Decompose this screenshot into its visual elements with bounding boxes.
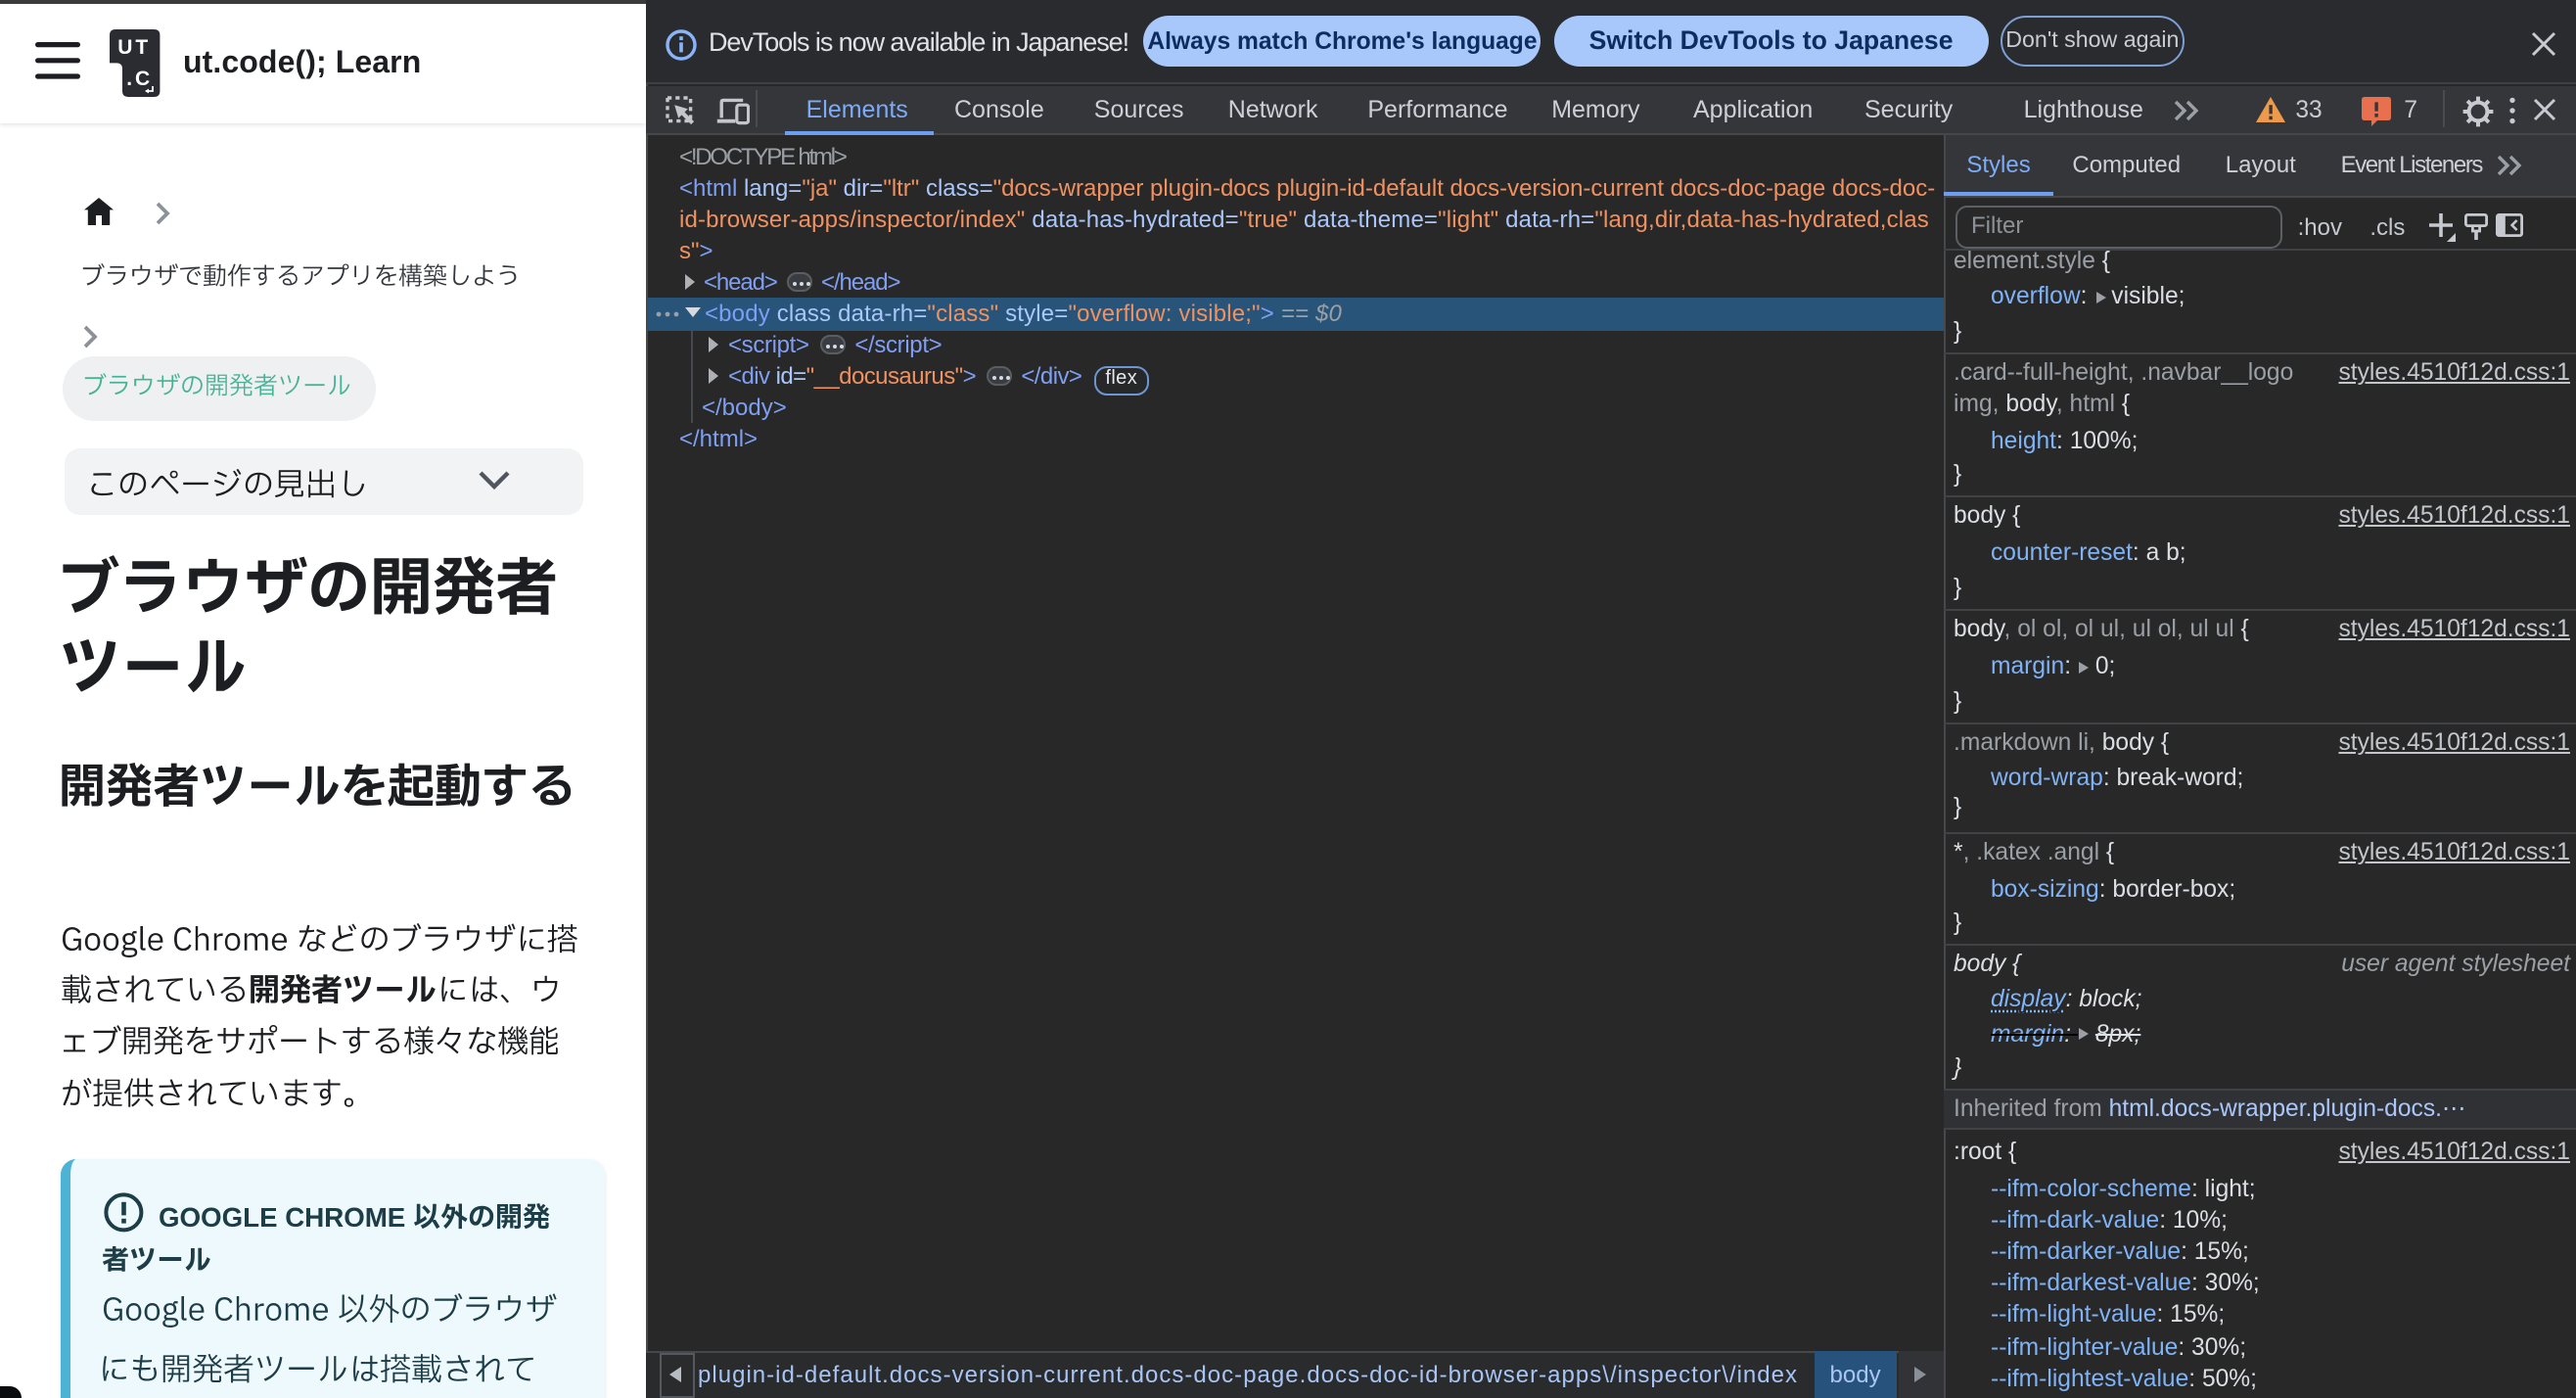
svg-text:.C: .C	[127, 68, 154, 90]
svg-text:UT: UT	[118, 36, 152, 59]
